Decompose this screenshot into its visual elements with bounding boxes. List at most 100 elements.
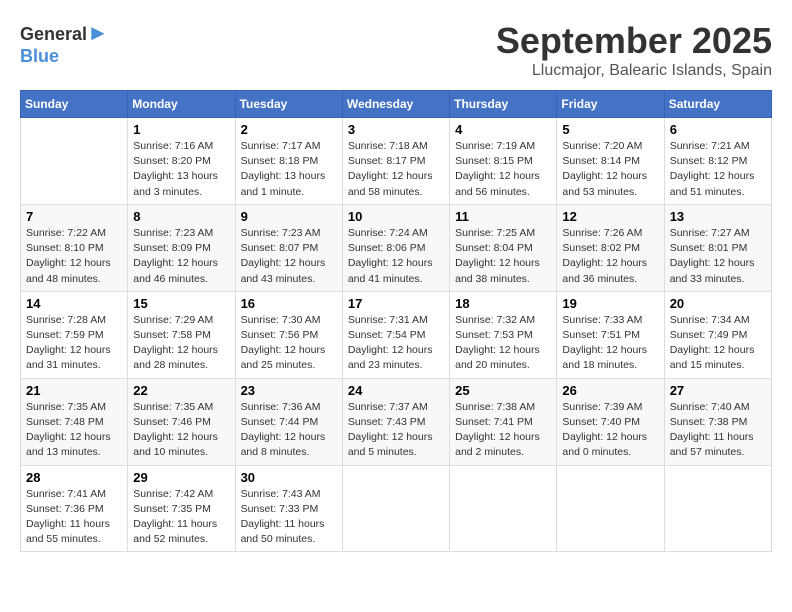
column-header-tuesday: Tuesday [235, 91, 342, 118]
location-title: Llucmajor, Balearic Islands, Spain [496, 62, 772, 80]
column-header-wednesday: Wednesday [342, 91, 449, 118]
calendar-cell: 20Sunrise: 7:34 AMSunset: 7:49 PMDayligh… [664, 291, 771, 378]
calendar-cell: 11 Sunrise: 7:25 AMSunset: 8:04 PMDayligh… [450, 204, 557, 291]
calendar-cell: 21 Sunrise: 7:35 AMSunset: 7:48 PMDayligh… [21, 378, 128, 465]
day-info: Sunrise: 7:26 AMSunset: 8:02 PMDaylight:… [562, 226, 658, 287]
day-info: Sunrise: 7:37 AMSunset: 7:43 PMDaylight:… [348, 400, 444, 461]
day-info: Sunrise: 7:31 AMSunset: 7:54 PMDaylight:… [348, 313, 444, 374]
calendar-cell: 18 Sunrise: 7:32 AMSunset: 7:53 PMDayligh… [450, 291, 557, 378]
day-info: Sunrise: 7:27 AMSunset: 8:01 PMDaylight:… [670, 226, 766, 287]
calendar-cell: 3 Sunrise: 7:18 AMSunset: 8:17 PMDaylight… [342, 118, 449, 205]
day-info: Sunrise: 7:32 AMSunset: 7:53 PMDaylight:… [455, 313, 551, 374]
day-info: Sunrise: 7:23 AMSunset: 8:09 PMDaylight:… [133, 226, 229, 287]
day-number: 19 [562, 296, 658, 311]
calendar-cell: 25Sunrise: 7:38 AMSunset: 7:41 PMDayligh… [450, 378, 557, 465]
calendar-cell: 23 Sunrise: 7:36 AMSunset: 7:44 PMDayligh… [235, 378, 342, 465]
day-number: 29 [133, 470, 229, 485]
title-block: September 2025 Llucmajor, Balearic Islan… [496, 20, 772, 80]
calendar-cell: 15Sunrise: 7:29 AMSunset: 7:58 PMDayligh… [128, 291, 235, 378]
day-number: 8 [133, 209, 229, 224]
day-info: Sunrise: 7:16 AMSunset: 8:20 PMDaylight:… [133, 139, 229, 200]
calendar-week-1: 1 Sunrise: 7:16 AMSunset: 8:20 PMDaylight… [21, 118, 772, 205]
column-header-thursday: Thursday [450, 91, 557, 118]
day-number: 22 [133, 383, 229, 398]
day-info: Sunrise: 7:43 AMSunset: 7:33 PMDaylight:… [241, 487, 337, 548]
day-info: Sunrise: 7:36 AMSunset: 7:44 PMDaylight:… [241, 400, 337, 461]
calendar-cell: 24 Sunrise: 7:37 AMSunset: 7:43 PMDayligh… [342, 378, 449, 465]
calendar-cell: 28 Sunrise: 7:41 AMSunset: 7:36 PMDayligh… [21, 465, 128, 552]
column-header-saturday: Saturday [664, 91, 771, 118]
calendar-cell: 22 Sunrise: 7:35 AMSunset: 7:46 PMDayligh… [128, 378, 235, 465]
calendar-week-5: 28 Sunrise: 7:41 AMSunset: 7:36 PMDayligh… [21, 465, 772, 552]
calendar-cell: 10Sunrise: 7:24 AMSunset: 8:06 PMDayligh… [342, 204, 449, 291]
calendar-cell: 19 Sunrise: 7:33 AMSunset: 7:51 PMDayligh… [557, 291, 664, 378]
calendar-cell: 30Sunrise: 7:43 AMSunset: 7:33 PMDayligh… [235, 465, 342, 552]
calendar-cell: 5 Sunrise: 7:20 AMSunset: 8:14 PMDaylight… [557, 118, 664, 205]
logo-general: General [20, 24, 87, 44]
day-number: 21 [26, 383, 122, 398]
day-number: 11 [455, 209, 551, 224]
day-number: 24 [348, 383, 444, 398]
day-info: Sunrise: 7:19 AMSunset: 8:15 PMDaylight:… [455, 139, 551, 200]
day-number: 18 [455, 296, 551, 311]
day-number: 1 [133, 122, 229, 137]
day-info: Sunrise: 7:23 AMSunset: 8:07 PMDaylight:… [241, 226, 337, 287]
day-info: Sunrise: 7:25 AMSunset: 8:04 PMDaylight:… [455, 226, 551, 287]
day-number: 14 [26, 296, 122, 311]
day-number: 7 [26, 209, 122, 224]
calendar-cell [21, 118, 128, 205]
column-header-friday: Friday [557, 91, 664, 118]
calendar-cell: 6 Sunrise: 7:21 AMSunset: 8:12 PMDaylight… [664, 118, 771, 205]
day-info: Sunrise: 7:34 AMSunset: 7:49 PMDaylight:… [670, 313, 766, 374]
day-number: 23 [241, 383, 337, 398]
day-info: Sunrise: 7:33 AMSunset: 7:51 PMDaylight:… [562, 313, 658, 374]
calendar-cell: 12 Sunrise: 7:26 AMSunset: 8:02 PMDayligh… [557, 204, 664, 291]
day-number: 6 [670, 122, 766, 137]
calendar-cell [664, 465, 771, 552]
logo: General► Blue [20, 20, 109, 67]
day-number: 25 [455, 383, 551, 398]
day-number: 5 [562, 122, 658, 137]
day-info: Sunrise: 7:20 AMSunset: 8:14 PMDaylight:… [562, 139, 658, 200]
calendar-cell: 1 Sunrise: 7:16 AMSunset: 8:20 PMDaylight… [128, 118, 235, 205]
day-info: Sunrise: 7:30 AMSunset: 7:56 PMDaylight:… [241, 313, 337, 374]
column-header-sunday: Sunday [21, 91, 128, 118]
column-header-monday: Monday [128, 91, 235, 118]
day-info: Sunrise: 7:39 AMSunset: 7:40 PMDaylight:… [562, 400, 658, 461]
calendar-header-row: SundayMondayTuesdayWednesdayThursdayFrid… [21, 91, 772, 118]
calendar-cell: 27Sunrise: 7:40 AMSunset: 7:38 PMDayligh… [664, 378, 771, 465]
calendar-week-3: 14 Sunrise: 7:28 AMSunset: 7:59 PMDayligh… [21, 291, 772, 378]
calendar-cell: 16Sunrise: 7:30 AMSunset: 7:56 PMDayligh… [235, 291, 342, 378]
day-info: Sunrise: 7:18 AMSunset: 8:17 PMDaylight:… [348, 139, 444, 200]
day-info: Sunrise: 7:22 AMSunset: 8:10 PMDaylight:… [26, 226, 122, 287]
day-info: Sunrise: 7:35 AMSunset: 7:46 PMDaylight:… [133, 400, 229, 461]
calendar-cell: 8 Sunrise: 7:23 AMSunset: 8:09 PMDaylight… [128, 204, 235, 291]
day-info: Sunrise: 7:21 AMSunset: 8:12 PMDaylight:… [670, 139, 766, 200]
day-info: Sunrise: 7:41 AMSunset: 7:36 PMDaylight:… [26, 487, 122, 548]
calendar-table: SundayMondayTuesdayWednesdayThursdayFrid… [20, 90, 772, 552]
day-info: Sunrise: 7:24 AMSunset: 8:06 PMDaylight:… [348, 226, 444, 287]
day-number: 4 [455, 122, 551, 137]
calendar-cell: 26 Sunrise: 7:39 AMSunset: 7:40 PMDayligh… [557, 378, 664, 465]
day-number: 2 [241, 122, 337, 137]
day-number: 26 [562, 383, 658, 398]
day-number: 28 [26, 470, 122, 485]
day-number: 9 [241, 209, 337, 224]
page-header: General► Blue September 2025 Llucmajor, … [20, 20, 772, 80]
day-info: Sunrise: 7:17 AMSunset: 8:18 PMDaylight:… [241, 139, 337, 200]
calendar-cell: 29 Sunrise: 7:42 AMSunset: 7:35 PMDayligh… [128, 465, 235, 552]
month-title: September 2025 [496, 20, 772, 62]
calendar-cell [557, 465, 664, 552]
calendar-cell [342, 465, 449, 552]
calendar-cell: 7 Sunrise: 7:22 AMSunset: 8:10 PMDaylight… [21, 204, 128, 291]
calendar-cell: 13Sunrise: 7:27 AMSunset: 8:01 PMDayligh… [664, 204, 771, 291]
calendar-cell: 2 Sunrise: 7:17 AMSunset: 8:18 PMDaylight… [235, 118, 342, 205]
day-number: 27 [670, 383, 766, 398]
day-info: Sunrise: 7:28 AMSunset: 7:59 PMDaylight:… [26, 313, 122, 374]
day-number: 15 [133, 296, 229, 311]
day-number: 3 [348, 122, 444, 137]
day-info: Sunrise: 7:35 AMSunset: 7:48 PMDaylight:… [26, 400, 122, 461]
logo-bird-icon: ► [87, 20, 109, 45]
day-number: 12 [562, 209, 658, 224]
day-info: Sunrise: 7:42 AMSunset: 7:35 PMDaylight:… [133, 487, 229, 548]
